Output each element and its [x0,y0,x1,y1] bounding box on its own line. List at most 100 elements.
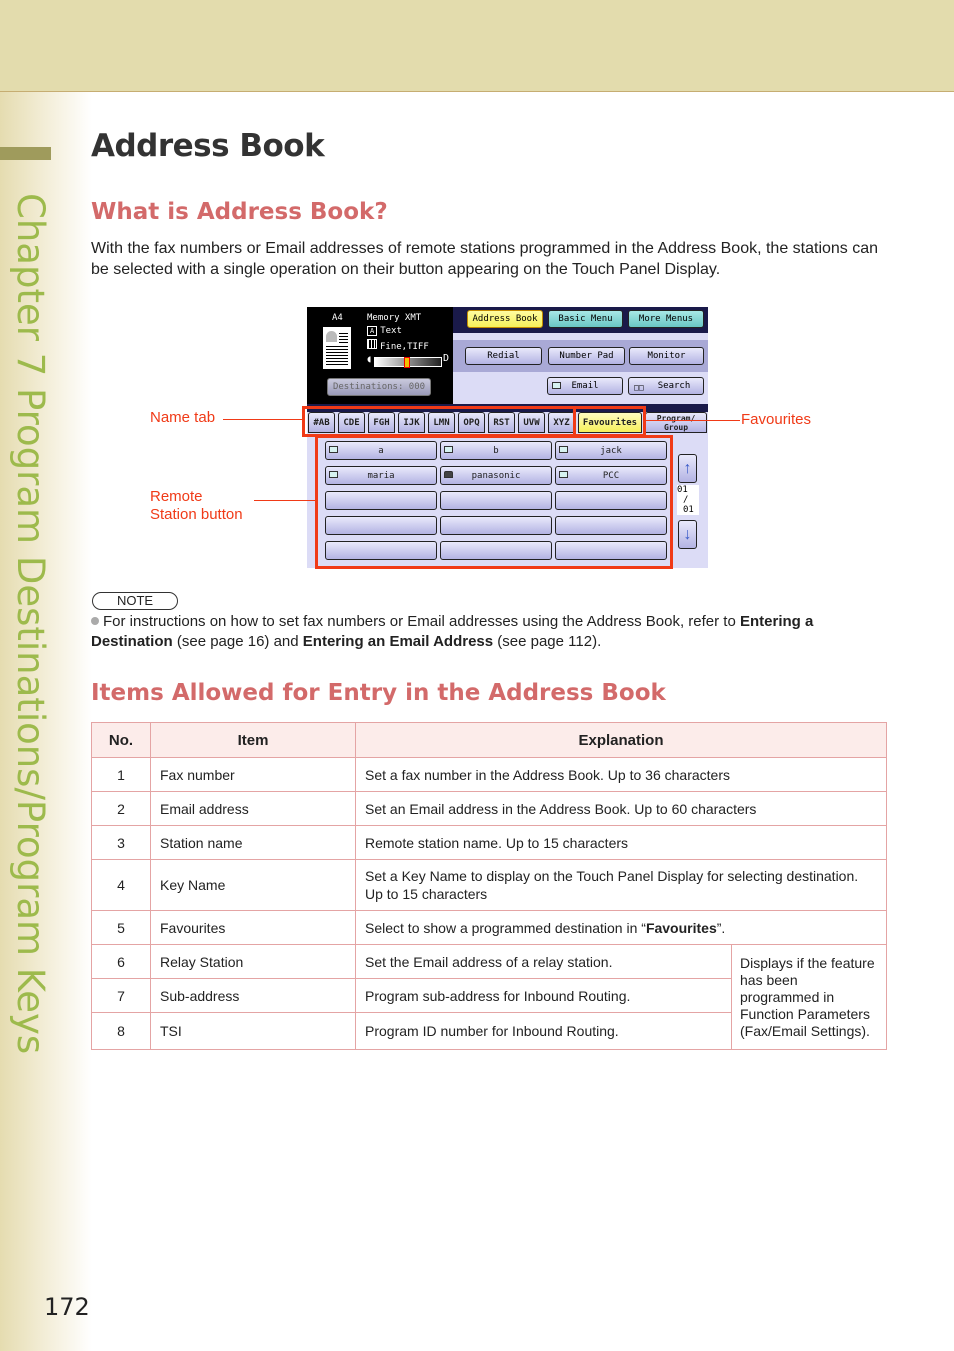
scroll-up-button[interactable]: ↑ [678,454,697,483]
table-row: 2 Email address Set an Email address in … [91,791,887,826]
table-row: 1 Fax number Set a fax number in the Add… [91,757,887,792]
tab-program-group-line1: Program/ [656,413,696,423]
note-text-before: For instructions on how to set fax numbe… [103,613,740,630]
destinations-button[interactable]: Destinations: 000 [327,378,431,396]
section-heading-what-is: What is Address Book? [91,199,388,225]
arrow-down-icon: ↓ [683,525,692,543]
cell-no: 4 [91,859,151,911]
note-text-after: (see page 112). [493,632,602,650]
table-row: 3 Station name Remote station name. Up t… [91,825,887,860]
callout-line-name-tab [223,419,303,420]
page-separator: / [683,495,689,505]
cell-explanation-after: ”. [716,919,726,936]
document-preview-icon [323,327,351,369]
table-row: 5 Favourites Select to show a programmed… [91,910,887,945]
callout-favourites: Favourites [741,411,812,428]
paper-size: A4 [332,313,343,323]
page-current: 01 [677,485,688,495]
number-pad-button[interactable]: Number Pad [548,347,625,365]
tab-program-group[interactable]: Program/Group [645,412,707,433]
note-badge: NOTE [92,592,178,610]
status-area: A4 Memory XMT A Text Fine,TIFF ◖ D Destin… [307,307,453,404]
basic-menu-button[interactable]: Basic Menu [548,310,623,328]
cell-no: 7 [91,978,151,1013]
contrast-dark-icon: D [443,353,450,364]
more-menus-button[interactable]: More Menus [628,310,704,328]
cell-item: Email address [150,791,356,826]
table-row: 6 Relay Station Set the Email address of… [91,944,887,1050]
cell-shared-note: Displays if the feature has been program… [731,944,887,1050]
contrast-slider[interactable] [374,357,442,368]
callout-remote-station-line1: Remote [150,488,203,505]
cell-no: 2 [91,791,151,826]
column-header-explanation: Explanation [355,722,887,758]
cell-item: Fax number [150,757,356,792]
page-title: Address Book [91,128,325,164]
cell-item: Sub-address [150,978,356,1013]
cell-item: Station name [150,825,356,860]
page-number: 172 [44,1293,90,1321]
original-type-label: Text [380,326,402,336]
top-band [0,0,954,92]
cell-no: 8 [91,1012,151,1050]
bullet-icon [91,617,99,625]
contrast-slider-knob[interactable] [404,357,410,368]
chapter-label: Chapter 7 Program Destinations/Program K… [9,193,52,1055]
chapter-marker [0,147,51,160]
remote-station-highlight [315,435,673,569]
email-button-label: Email [571,381,599,391]
cell-explanation: Set the Email address of a relay station… [355,944,732,979]
cell-explanation: Program sub-address for Inbound Routing. [355,978,732,1013]
cell-explanation: Set a Key Name to display on the Touch P… [355,859,887,911]
search-button[interactable]: □□ Search [628,377,704,395]
page-total: 01 [683,505,694,515]
callout-name-tab: Name tab [150,409,216,426]
items-table: No. Item Explanation 1 Fax number Set a … [91,722,887,1050]
favourites-highlight [573,406,646,437]
section-heading-items: Items Allowed for Entry in the Address B… [91,680,666,706]
cell-explanation: Program ID number for Inbound Routing. [355,1012,732,1050]
cell-no: 3 [91,825,151,860]
original-type: A Text [367,326,402,336]
tab-program-group-line2: Group [663,422,689,432]
callout-remote-station-line2: Station button [150,506,243,523]
column-header-item: Item [150,722,356,758]
address-book-button[interactable]: Address Book [467,310,543,328]
cell-item: Relay Station [150,944,356,979]
text-mode-icon: A [367,326,378,336]
cell-no: 6 [91,944,151,979]
envelope-icon [552,382,561,389]
table-header-row: No. Item Explanation [91,722,887,758]
arrow-up-icon: ↑ [683,459,692,477]
email-button[interactable]: Email [547,377,623,395]
resolution: Fine,TIFF [367,339,429,352]
cell-item: TSI [150,1012,356,1050]
scroll-down-button[interactable]: ↓ [678,520,697,549]
callout-remote-station: Remote Station button [150,488,243,524]
table-row: 4 Key Name Set a Key Name to display on … [91,859,887,911]
contrast-light-icon: ◖ [366,354,373,365]
cell-no: 5 [91,910,151,945]
cell-explanation: Set a fax number in the Address Book. Up… [355,757,887,792]
page-indicator: 01 / 01 [677,485,699,515]
cell-no: 1 [91,757,151,792]
redial-button[interactable]: Redial [465,347,542,365]
intro-paragraph: With the fax numbers or Email addresses … [91,240,879,278]
cell-explanation-bold: Favourites [645,919,717,936]
note-text: For instructions on how to set fax numbe… [91,612,881,651]
callout-line-favourites [646,420,740,421]
cell-item: Key Name [150,859,356,911]
note-ref-entering-email: Entering an Email Address [302,632,494,650]
book-icon: □□ [634,383,644,392]
cell-explanation: Select to show a programmed destination … [355,910,887,945]
monitor-button[interactable]: Monitor [629,347,704,365]
column-header-no: No. [91,722,151,758]
cell-explanation: Remote station name. Up to 15 characters [355,825,887,860]
resolution-label: Fine,TIFF [380,342,429,352]
transmission-mode: Memory XMT [367,313,422,323]
cell-explanation-before: Select to show a programmed destination … [365,919,646,936]
note-text-mid: (see page 16) and [172,632,303,650]
search-button-label: Search [657,381,691,391]
callout-line-remote-station [254,500,316,501]
cell-item: Favourites [150,910,356,945]
